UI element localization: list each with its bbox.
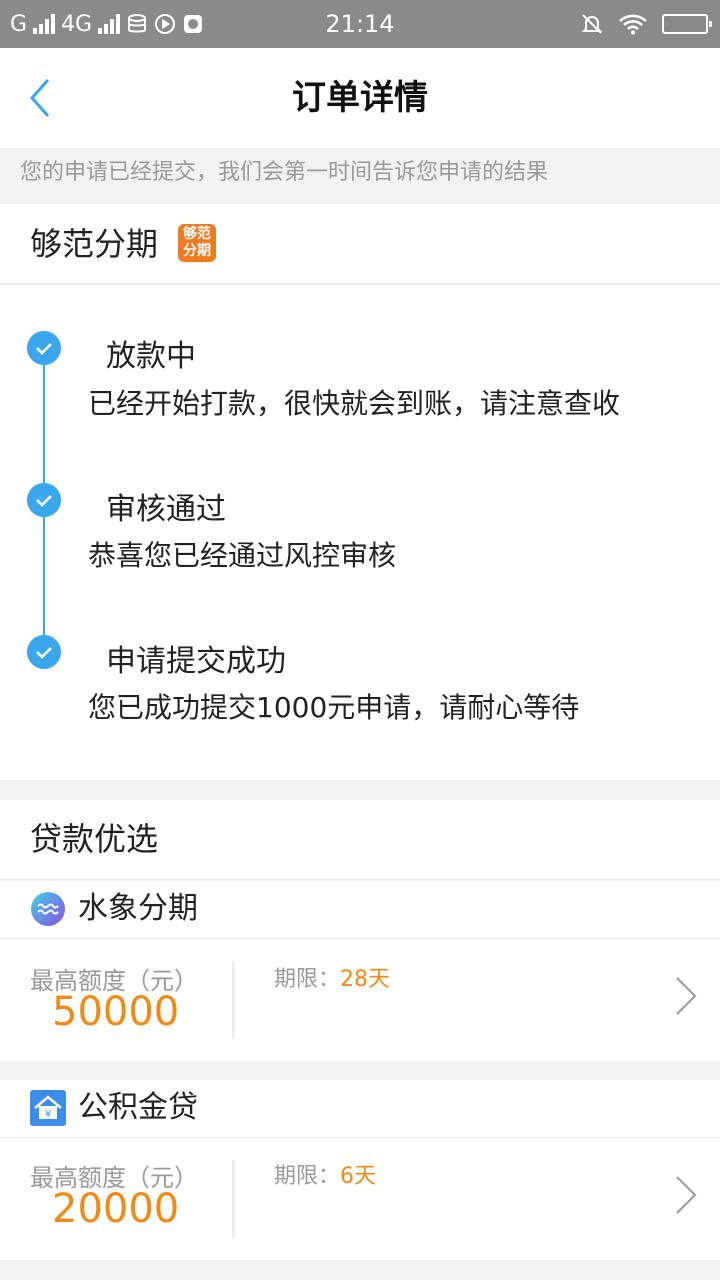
- order-timeline: 放款中 已经开始打款，很快就会到账，请注意查收 审核通过 恭喜您已经通过风控审核…: [0, 285, 720, 780]
- timeline-step-title: 申请提交成功: [106, 644, 286, 679]
- check-circle-icon: [27, 331, 61, 365]
- loan-name: 公积金贷: [78, 1090, 198, 1125]
- card-divider: [232, 961, 235, 1039]
- chevron-right-icon[interactable]: [674, 976, 698, 1016]
- status-right: [580, 0, 712, 48]
- term-label: 期限：: [274, 1164, 341, 1189]
- term-info: 期限：28天: [274, 961, 390, 993]
- timeline-step-desc: 已经开始打款，很快就会到账，请注意查收: [88, 387, 621, 420]
- chevron-right-icon[interactable]: [674, 1175, 698, 1215]
- timeline-step-title: 审核通过: [106, 492, 226, 527]
- house-yen-icon: ¥: [30, 1090, 66, 1126]
- section-title: 贷款优选: [30, 820, 159, 858]
- provider-logo: 够范分期: [178, 224, 216, 262]
- timeline-step-desc: 恭喜您已经通过风控审核: [88, 539, 397, 572]
- card-divider: [232, 1160, 235, 1238]
- loan-card[interactable]: 水象分期 最高额度（元） 50000 期限：28天: [0, 881, 720, 1061]
- timeline-step-desc: 您已成功提交1000元申请，请耐心等待: [88, 691, 580, 724]
- water-wave-icon: [31, 892, 65, 926]
- wifi-icon: [619, 14, 647, 35]
- mute-bell-icon: [581, 14, 603, 34]
- term-label: 期限：: [274, 967, 341, 992]
- timeline-step-title: 放款中: [106, 339, 196, 374]
- status-bar: G 4G 21:14: [0, 0, 720, 48]
- check-circle-icon: [27, 483, 61, 517]
- page-title: 订单详情: [292, 78, 428, 118]
- loan-name: 水象分期: [78, 891, 198, 926]
- submission-notice: 您的申请已经提交，我们会第一时间告诉您申请的结果: [20, 160, 549, 185]
- svg-text:¥: ¥: [45, 1109, 51, 1120]
- battery-icon: [662, 14, 712, 34]
- provider-logo-text: 够范分期: [183, 226, 211, 259]
- check-circle-icon: [27, 635, 61, 669]
- term-value: 6天: [340, 1164, 377, 1189]
- nav-header: 订单详情: [0, 48, 720, 148]
- provider-header: 够范分期 够范分期: [0, 204, 720, 284]
- loan-card-header: 水象分期: [0, 881, 720, 939]
- term-value: 28天: [340, 967, 391, 992]
- term-info: 期限：6天: [274, 1158, 376, 1190]
- loan-card-header: ¥ 公积金贷: [0, 1080, 720, 1138]
- loan-recommend-header: 贷款优选: [0, 800, 720, 880]
- loan-card[interactable]: ¥ 公积金贷 最高额度（元） 20000 期限：6天: [0, 1080, 720, 1260]
- provider-name: 够范分期: [30, 225, 159, 263]
- quota-value: 20000: [52, 1186, 180, 1232]
- quota-value: 50000: [52, 989, 180, 1035]
